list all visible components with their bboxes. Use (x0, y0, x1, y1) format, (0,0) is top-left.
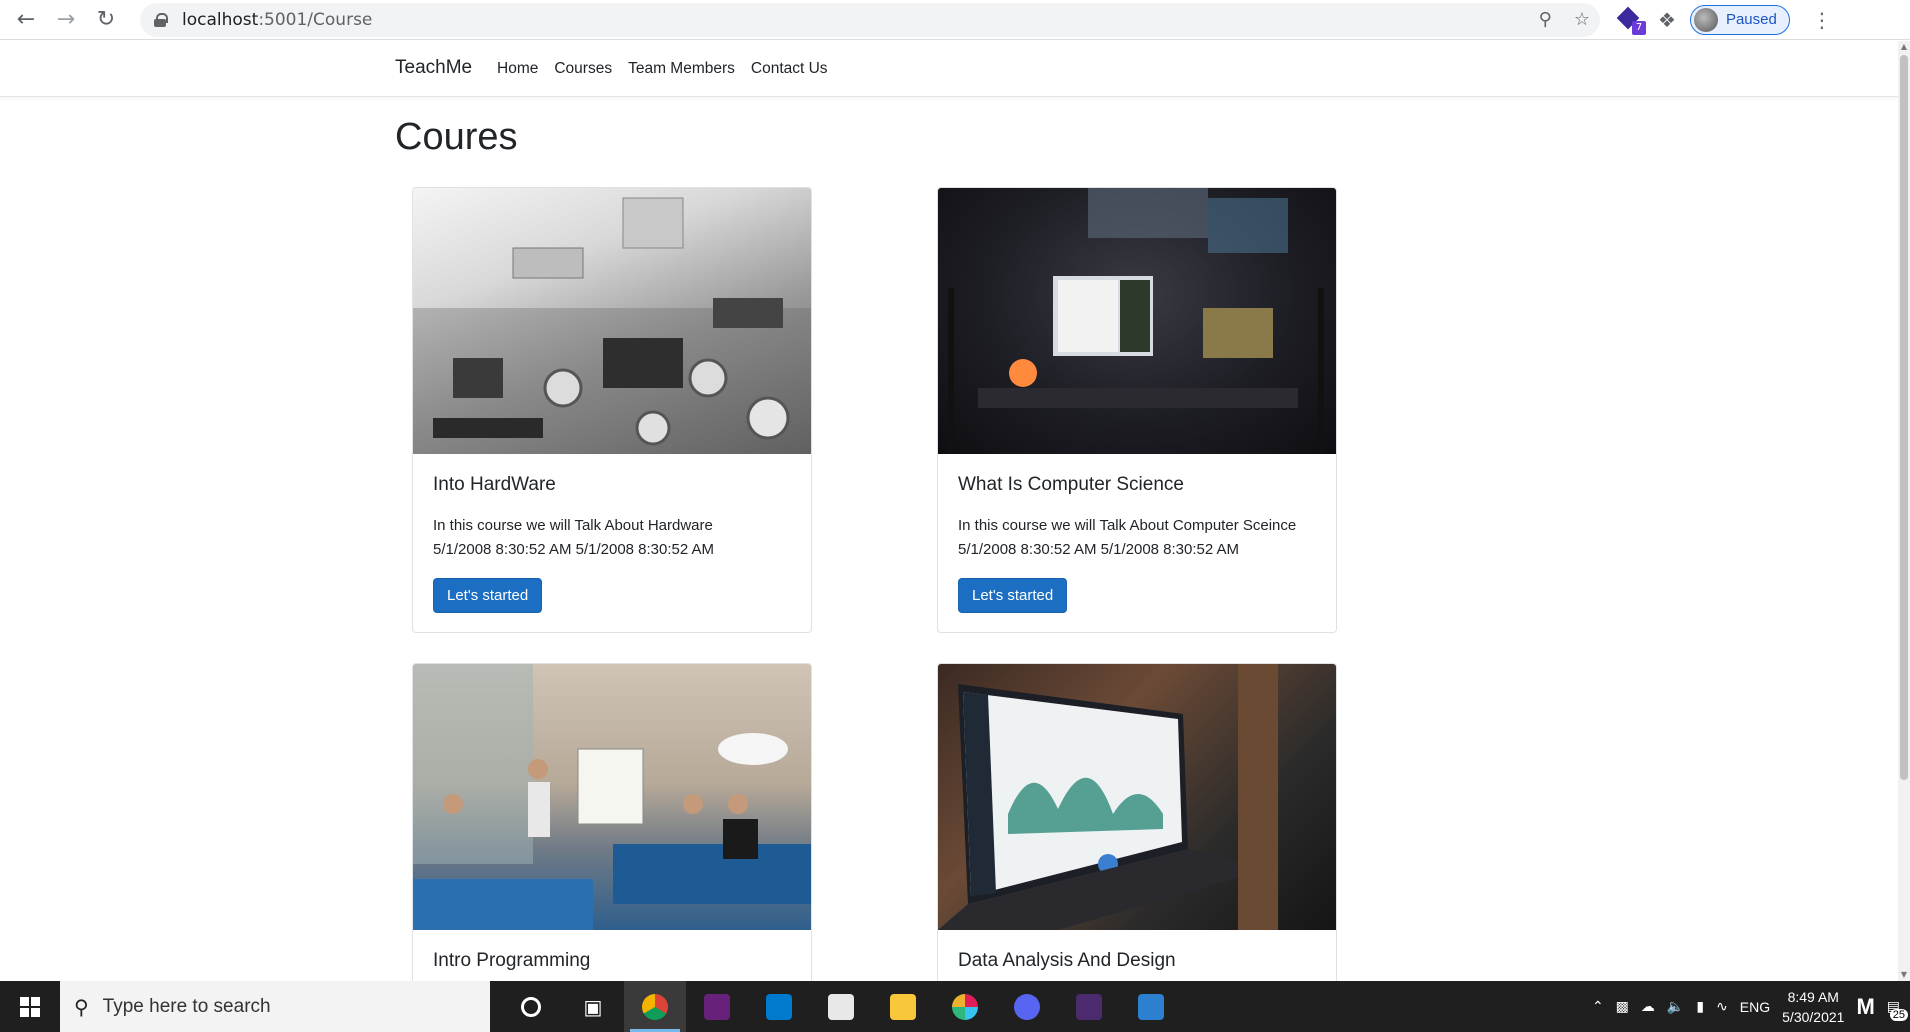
meet-now-icon[interactable]: ▩ (1616, 998, 1629, 1015)
nav-team-members[interactable]: Team Members (628, 60, 735, 78)
scroll-up-icon[interactable]: ▲ (1898, 41, 1910, 53)
page-scrollbar[interactable]: ▲ ▼ (1898, 41, 1910, 981)
lets-started-button[interactable]: Let's started (958, 578, 1068, 613)
bookmark-star-icon[interactable]: ☆ (1574, 9, 1590, 30)
course-title: Intro Programming (433, 950, 591, 971)
chrome-taskbar-icon[interactable] (624, 981, 686, 1032)
profile-status: Paused (1725, 11, 1777, 28)
forward-icon[interactable]: → (46, 0, 86, 40)
menu-kebab-icon[interactable]: ⋮ (1812, 8, 1832, 32)
avatar (1693, 7, 1718, 32)
zoom-icon[interactable]: ⚲ (1539, 9, 1552, 30)
profile-button[interactable]: Paused (1689, 4, 1790, 35)
browser-toolbar: ← → ↻ localhost:5001/Course ⚲ ☆ 7 ❖ Paus… (0, 0, 1910, 40)
store-icon[interactable] (810, 981, 872, 1032)
scroll-thumb[interactable] (1900, 55, 1908, 780)
course-image-programming (413, 664, 811, 930)
course-dates: 5/1/2008 8:30:52 AM 5/1/2008 8:30:52 AM (958, 541, 1240, 558)
page-viewport: TeachMe Home Courses Team Members Contac… (0, 41, 1910, 981)
extension-icon[interactable]: 7 (1616, 6, 1646, 35)
back-icon[interactable]: ← (6, 0, 46, 40)
course-card: Data Analysis And Design (937, 663, 1337, 981)
start-button[interactable] (0, 981, 60, 1032)
clock-time: 8:49 AM (1787, 988, 1839, 1005)
task-view-icon[interactable]: ▣ (562, 981, 624, 1032)
course-dates: 5/1/2008 8:30:52 AM 5/1/2008 8:30:52 AM (433, 541, 715, 558)
cortana-icon[interactable] (500, 981, 562, 1032)
notification-count: 25 (1889, 1009, 1908, 1021)
extensions-puzzle-icon[interactable]: ❖ (1658, 8, 1676, 32)
course-description: In this course we will Talk About Hardwa… (433, 517, 713, 534)
windows-logo-icon (20, 996, 40, 1017)
nav-contact-us[interactable]: Contact Us (751, 60, 828, 78)
battery-icon[interactable]: ▮ (1696, 998, 1704, 1015)
lets-started-button[interactable]: Let's started (433, 578, 543, 613)
lock-icon[interactable] (154, 12, 168, 27)
terminal-icon[interactable] (1058, 981, 1120, 1032)
gmail-tray-icon[interactable]: M (1856, 994, 1874, 1020)
notifications-icon[interactable]: ▤ 25 (1887, 998, 1908, 1021)
photos-icon[interactable] (1120, 981, 1182, 1032)
discord-icon[interactable] (996, 981, 1058, 1032)
nav-links: Home Courses Team Members Contact Us (497, 60, 828, 78)
page-title: Coures (395, 116, 518, 158)
clock-date: 5/30/2021 (1782, 1008, 1845, 1025)
course-card: Intro Programming (412, 663, 812, 981)
course-image-computer-science (938, 188, 1336, 454)
search-placeholder: Type here to search (102, 995, 271, 1017)
brand-link[interactable]: TeachMe (395, 57, 472, 79)
scroll-down-icon[interactable]: ▼ (1898, 969, 1910, 981)
slack-icon[interactable] (934, 981, 996, 1032)
taskbar-search[interactable]: ⚲ Type here to search (60, 981, 490, 1032)
nav-courses[interactable]: Courses (554, 60, 612, 78)
course-card: What Is Computer Science In this course … (937, 187, 1337, 633)
course-image-hardware (413, 188, 811, 454)
chevron-up-icon[interactable]: ⌃ (1592, 998, 1604, 1015)
url-text[interactable]: localhost:5001/Course (182, 10, 372, 30)
course-card: Into HardWare In this course we will Tal… (412, 187, 812, 633)
course-image-data-analysis (938, 664, 1336, 930)
volume-icon[interactable]: 🔈 (1667, 998, 1684, 1015)
file-explorer-icon[interactable] (872, 981, 934, 1032)
course-title: Into HardWare (433, 474, 556, 495)
clock[interactable]: 8:49 AM 5/30/2021 (1782, 987, 1844, 1027)
onedrive-icon[interactable]: ☁ (1641, 998, 1655, 1015)
course-description: In this course we will Talk About Comput… (958, 517, 1297, 534)
extension-badge: 7 (1632, 20, 1646, 35)
visual-studio-icon[interactable] (686, 981, 748, 1032)
nav-home[interactable]: Home (497, 60, 538, 78)
language-indicator[interactable]: ENG (1740, 999, 1770, 1015)
course-title: What Is Computer Science (958, 474, 1184, 495)
address-bar[interactable]: localhost:5001/Course ⚲ ☆ (140, 2, 1600, 37)
system-tray: ⌃ ▩ ☁ 🔈 ▮ ∿ ENG 8:49 AM 5/30/2021 M ▤ 25 (1592, 981, 1910, 1032)
wifi-icon[interactable]: ∿ (1716, 998, 1728, 1015)
site-navbar: TeachMe Home Courses Team Members Contac… (0, 41, 1898, 97)
reload-icon[interactable]: ↻ (86, 0, 126, 40)
vscode-icon[interactable] (748, 981, 810, 1032)
course-title: Data Analysis And Design (958, 950, 1176, 971)
windows-taskbar: ⚲ Type here to search ▣ ⌃ ▩ ☁ 🔈 ▮ ∿ ENG … (0, 981, 1910, 1032)
search-icon: ⚲ (74, 994, 89, 1019)
